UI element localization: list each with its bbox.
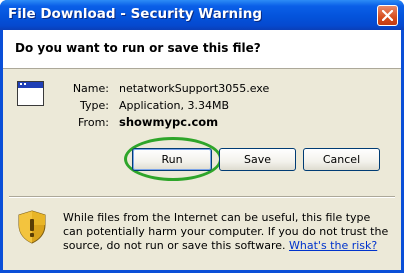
type-label: Type:: [80, 99, 109, 112]
save-button[interactable]: Save: [219, 148, 296, 171]
title-bar[interactable]: File Download - Security Warning: [0, 0, 404, 30]
application-icon-dots: [20, 83, 26, 88]
shield-warning-icon: [18, 210, 46, 244]
file-source-value: showmypc.com: [119, 115, 219, 129]
dialog-body: Do you want to run or save this file? Na…: [3, 30, 401, 270]
cancel-button[interactable]: Cancel: [303, 148, 380, 171]
application-icon-titlebar: [18, 82, 43, 88]
close-button[interactable]: [377, 5, 398, 26]
name-label: Name:: [72, 82, 109, 95]
application-icon: [17, 81, 44, 106]
close-icon: [382, 10, 393, 21]
file-name-value: netatworkSupport3055.exe: [119, 82, 270, 95]
header-strip: Do you want to run or save this file?: [3, 30, 401, 69]
dialog-question: Do you want to run or save this file?: [15, 41, 261, 55]
security-warning-dialog: File Download - Security Warning Do you …: [0, 0, 404, 273]
risk-link[interactable]: What's the risk?: [289, 239, 377, 252]
run-button[interactable]: Run: [132, 148, 212, 171]
file-type-value: Application, 3.34MB: [119, 99, 229, 112]
window-title: File Download - Security Warning: [8, 6, 262, 22]
divider: [9, 196, 395, 198]
from-label: From:: [78, 116, 109, 129]
warning-message: While files from the Internet can be use…: [63, 211, 393, 253]
